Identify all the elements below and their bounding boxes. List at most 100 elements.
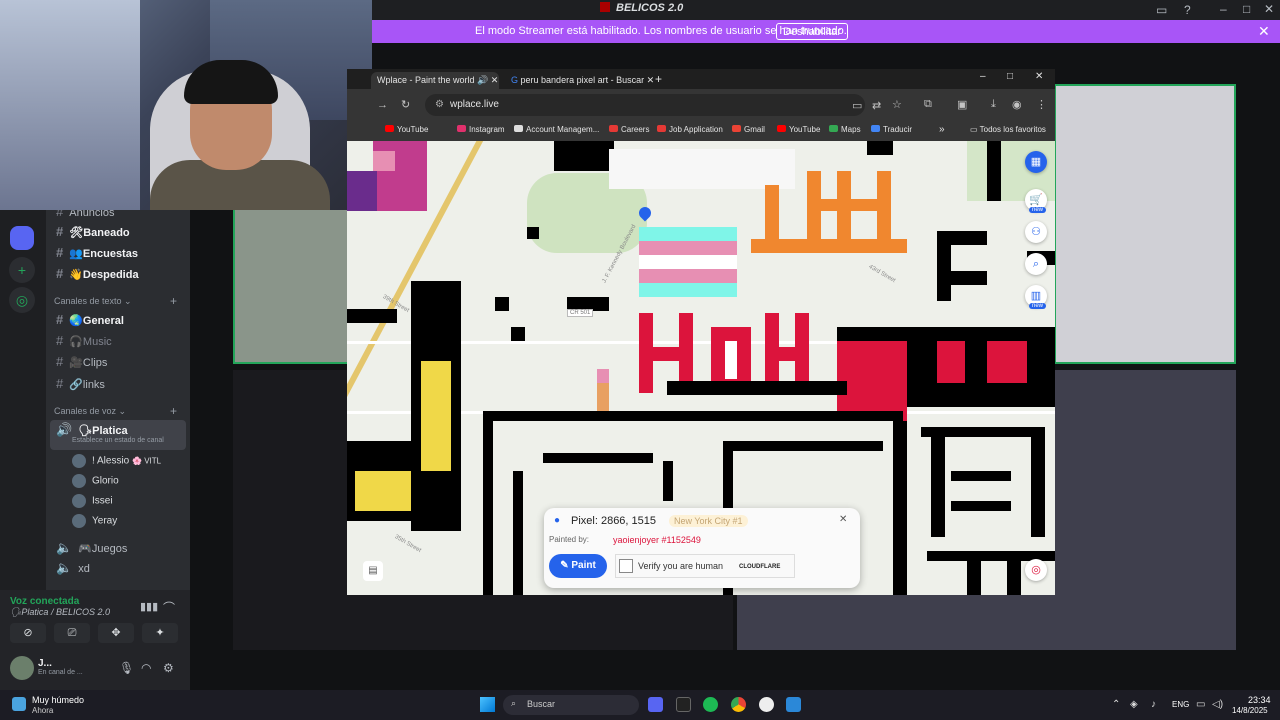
maximize-icon[interactable]: □ — [1007, 71, 1013, 82]
capcut-app-icon[interactable] — [676, 697, 691, 712]
clock-time[interactable]: 23:34 — [1248, 695, 1271, 705]
voice-user[interactable]: Yeray — [72, 514, 117, 528]
bookmark-item[interactable]: Account Managem... — [514, 125, 599, 134]
minimize-icon[interactable]: – — [980, 71, 986, 82]
volume-icon[interactable]: ◁) — [1212, 699, 1223, 710]
mic-tray-icon[interactable]: ♪ — [1151, 699, 1156, 710]
locate-icon[interactable]: ◎ — [1025, 559, 1047, 581]
channel-item[interactable]: # 🎥Clips — [56, 354, 107, 369]
weather-icon[interactable] — [12, 697, 26, 711]
soundboard-button[interactable]: ✦ — [142, 623, 178, 643]
start-button[interactable] — [480, 697, 495, 712]
user-name[interactable]: J... — [38, 658, 52, 669]
painted-by-user[interactable]: yaoienjoyer #1152549 — [613, 535, 701, 545]
paint-button[interactable]: ✎ Paint — [549, 554, 607, 578]
voice-channel-item[interactable]: 🔈 xd — [56, 560, 90, 576]
reload-icon[interactable]: ↻ — [401, 98, 410, 111]
voice-user[interactable]: ! Alessio 🌸 VITL — [72, 454, 161, 468]
text-category-header[interactable]: Canales de texto ⌄ — [54, 296, 132, 307]
location-badge[interactable]: New York City #1 — [669, 515, 748, 527]
maximize-icon[interactable]: □ — [1243, 2, 1250, 16]
cast-icon[interactable]: ▭ — [852, 99, 862, 112]
new-tab-icon[interactable]: + — [655, 72, 662, 86]
signal-icon[interactable]: ▮▮▮ — [140, 600, 158, 613]
voice-channel-name[interactable]: 🗣Platica / BELICOS 2.0 — [10, 607, 110, 618]
chrome-app-icon[interactable] — [731, 697, 746, 712]
network-icon[interactable]: ◈ — [1130, 699, 1138, 710]
tab-audio-icon[interactable]: 🔊 — [477, 75, 488, 85]
wplace-map-canvas[interactable]: CR 501 39th Street 43rd Street 35th Stre… — [347, 141, 1055, 595]
search-icon[interactable]: ⌕ — [1025, 253, 1047, 275]
discover-icon[interactable]: ◎ — [9, 287, 35, 313]
bookmark-item[interactable]: Instagram — [457, 125, 505, 134]
all-bookmarks[interactable]: ▭ Todos los favoritos — [970, 125, 1046, 134]
tab-close-icon[interactable]: ✕ — [647, 75, 655, 85]
menu-kebab-icon[interactable]: ⋮ — [1036, 98, 1047, 111]
settings-gear-icon[interactable]: ⚙ — [163, 661, 174, 675]
close-banner-icon[interactable]: ✕ — [1258, 23, 1270, 40]
layers-icon[interactable]: ▤ — [363, 561, 383, 581]
alliance-icon[interactable]: ⚇ — [1025, 221, 1047, 243]
inbox-icon[interactable]: ▭ — [1156, 3, 1167, 17]
language-indicator[interactable]: ENG — [1172, 700, 1189, 709]
channel-item[interactable]: # 👋Despedida — [56, 266, 139, 281]
microphone-icon[interactable]: 🎙 — [119, 661, 134, 675]
bookmark-item[interactable]: Gmail — [732, 125, 765, 134]
bookmark-item[interactable]: Maps — [829, 125, 861, 134]
add-server-icon[interactable]: + — [9, 257, 35, 283]
bookmark-item[interactable]: YouTube — [777, 125, 820, 134]
bookmark-item[interactable]: Careers — [609, 125, 649, 134]
obs-app-icon[interactable] — [759, 697, 774, 712]
spotify-app-icon[interactable] — [703, 697, 718, 712]
minimize-icon[interactable]: – — [1220, 2, 1227, 16]
site-info-icon[interactable]: ⚙ — [435, 99, 444, 110]
tab-close-icon[interactable]: ✕ — [491, 75, 499, 85]
help-icon[interactable]: ? — [1184, 3, 1191, 17]
stream-tile[interactable] — [1054, 84, 1236, 364]
headphones-icon[interactable]: ◠ — [141, 661, 151, 675]
tab-wplace[interactable]: Wplace - Paint the world 🔊 ✕ — [371, 72, 499, 89]
address-bar[interactable]: ⚙ wplace.live — [425, 94, 865, 116]
channel-item[interactable]: # 🔗links — [56, 376, 105, 391]
channel-item[interactable]: # 🛠Baneado — [56, 224, 130, 239]
tray-chevron-icon[interactable]: ⌃ — [1112, 699, 1120, 710]
translate-icon[interactable]: ⇄ — [872, 99, 881, 112]
bookmark-star-icon[interactable]: ☆ — [892, 98, 902, 111]
disable-streamer-button[interactable]: Deshabilitar — [776, 23, 849, 40]
channel-item[interactable]: # 🎧Music — [56, 333, 112, 348]
sidepanel-icon[interactable]: ▣ — [957, 98, 967, 111]
activities-button[interactable]: ✥ — [98, 623, 134, 643]
bookmark-item[interactable]: Traducir — [871, 125, 912, 134]
voice-channel-status[interactable]: Establece un estado de canal — [72, 437, 164, 444]
channel-item[interactable]: # 🌏General — [56, 312, 124, 327]
captcha-checkbox[interactable] — [619, 559, 633, 573]
user-avatar[interactable] — [10, 656, 34, 680]
close-card-icon[interactable]: ✕ — [839, 514, 847, 525]
app-icon[interactable] — [786, 697, 801, 712]
disconnect-icon[interactable]: ⌒ — [163, 599, 175, 616]
close-window-icon[interactable]: ✕ — [1035, 71, 1043, 82]
bookmark-item[interactable]: YouTube — [385, 125, 428, 134]
weather-title[interactable]: Muy húmedo — [32, 695, 84, 705]
display-icon[interactable]: ▭ — [1196, 699, 1205, 710]
taskbar-search[interactable]: ⌕ Buscar — [503, 695, 639, 715]
voice-category-header[interactable]: Canales de voz ⌄ — [54, 406, 126, 417]
discord-app-icon[interactable] — [648, 697, 663, 712]
voice-user[interactable]: Issei — [72, 494, 113, 508]
voice-channel-item[interactable]: 🔊 🗣Platica — [56, 422, 128, 438]
forward-icon[interactable]: → — [377, 99, 388, 111]
profile-icon[interactable]: ◉ — [1012, 98, 1022, 111]
server-icon[interactable] — [10, 226, 34, 250]
clock-date[interactable]: 14/8/2025 — [1232, 706, 1268, 715]
screen-share-button[interactable]: ⎚ — [54, 623, 90, 643]
voice-user[interactable]: Glorio — [72, 474, 119, 488]
download-icon[interactable]: ⤓ — [991, 98, 996, 111]
bookmark-item[interactable]: Job Application — [657, 125, 723, 134]
voice-connected-status[interactable]: Voz conectada — [10, 596, 79, 607]
add-channel-icon[interactable]: + — [170, 404, 177, 418]
wplace-logo-icon[interactable]: ▦ — [1025, 151, 1047, 173]
camera-off-button[interactable]: ⊘ — [10, 623, 46, 643]
more-bookmarks-icon[interactable]: » — [939, 124, 945, 135]
voice-channel-item[interactable]: 🔈 🎮Juegos — [56, 540, 127, 556]
add-channel-icon[interactable]: + — [170, 294, 177, 308]
